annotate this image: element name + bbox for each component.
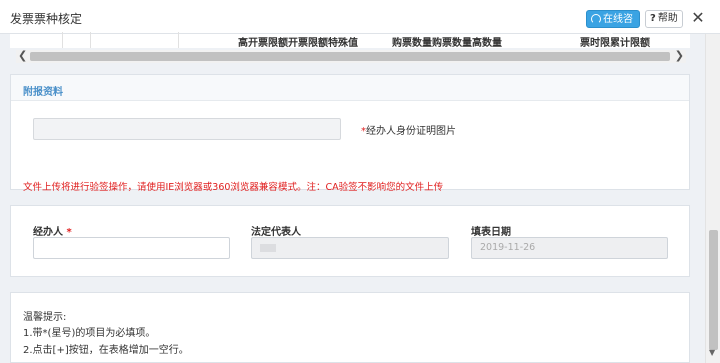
column-header-max-quantity: 高数量	[472, 38, 502, 49]
vertical-scrollbar[interactable]: ▼	[705, 34, 720, 363]
question-icon: ?	[650, 13, 656, 24]
handler-input[interactable]	[33, 237, 230, 259]
redacted-name-block	[260, 243, 276, 252]
attachment-panel-header: 附报资料	[11, 75, 689, 101]
vertical-scroll-thumb[interactable]	[709, 230, 718, 350]
legal-rep-label: 法定代表人	[251, 227, 301, 238]
dialog-titlebar: 发票票种核定 在线咨询 ?帮助 ✕	[0, 0, 720, 43]
tips-panel: 温馨提示: 1.带*(星号)的项目为必填项。 2.点击[+]按钮，在表格增加一空…	[10, 292, 690, 363]
column-header-invoice-period: 票时限	[580, 38, 610, 49]
id-photo-label: *经办人身份证明图片	[361, 122, 456, 137]
legal-rep-input	[251, 237, 449, 259]
column-header-special-value: 特殊值	[328, 38, 358, 49]
column-divider	[62, 32, 63, 48]
column-header-max-invoice-limit: 高开票限额	[238, 38, 288, 49]
column-header-purchase-quantity: 购票数量	[392, 38, 432, 49]
attachment-panel: 附报资料 *经办人身份证明图片 文件上传将进行验签操作，请使用IE浏览器或360…	[10, 74, 690, 193]
help-label: 帮助	[657, 13, 678, 24]
dialog-title: 发票票种核定	[10, 12, 83, 26]
quota-table-header: 高开票限额 开票限额 特殊值 购票数量 购票数量 高数量 票时限 累计限额	[10, 32, 690, 49]
attachment-section-title: 附报资料	[23, 87, 63, 98]
headset-icon	[591, 14, 601, 24]
tip-line-1: 1.带*(星号)的项目为必填项。	[23, 328, 156, 339]
close-icon[interactable]: ✕	[688, 8, 708, 28]
scroll-left-icon[interactable]: ❮	[18, 49, 27, 62]
horizontal-scrollbar[interactable]: ❮ ❯	[16, 49, 686, 63]
handler-info-panel: 经办人 * 法定代表人 填表日期 2019-11-26	[10, 205, 690, 277]
horizontal-scroll-thumb[interactable]	[30, 52, 670, 61]
online-consult-button[interactable]: 在线咨询	[586, 10, 640, 43]
scroll-down-icon[interactable]: ▼	[709, 348, 715, 357]
upload-warning-text: 文件上传将进行验签操作，请使用IE浏览器或360浏览器兼容模式。注：CA验签不影…	[23, 182, 444, 193]
fill-date-label: 填表日期	[471, 227, 511, 238]
tip-line-2: 2.点击[+]按钮，在表格增加一空行。	[23, 345, 189, 356]
column-header-cumulative-limit: 累计限额	[610, 38, 650, 49]
column-header-purchase-quantity-2: 购票数量	[432, 38, 472, 49]
fill-date-input: 2019-11-26	[471, 237, 668, 259]
column-divider	[178, 32, 179, 48]
column-divider	[90, 32, 91, 48]
id-photo-label-text: 经办人身份证明图片	[366, 126, 456, 137]
help-button[interactable]: ? 帮助	[645, 10, 683, 28]
scroll-right-icon[interactable]: ❯	[675, 49, 684, 62]
tips-title: 温馨提示:	[23, 312, 67, 323]
column-header-invoice-limit: 开票限额	[288, 38, 328, 49]
id-photo-upload-field[interactable]	[33, 118, 341, 140]
handler-label: 经办人 *	[33, 223, 72, 238]
